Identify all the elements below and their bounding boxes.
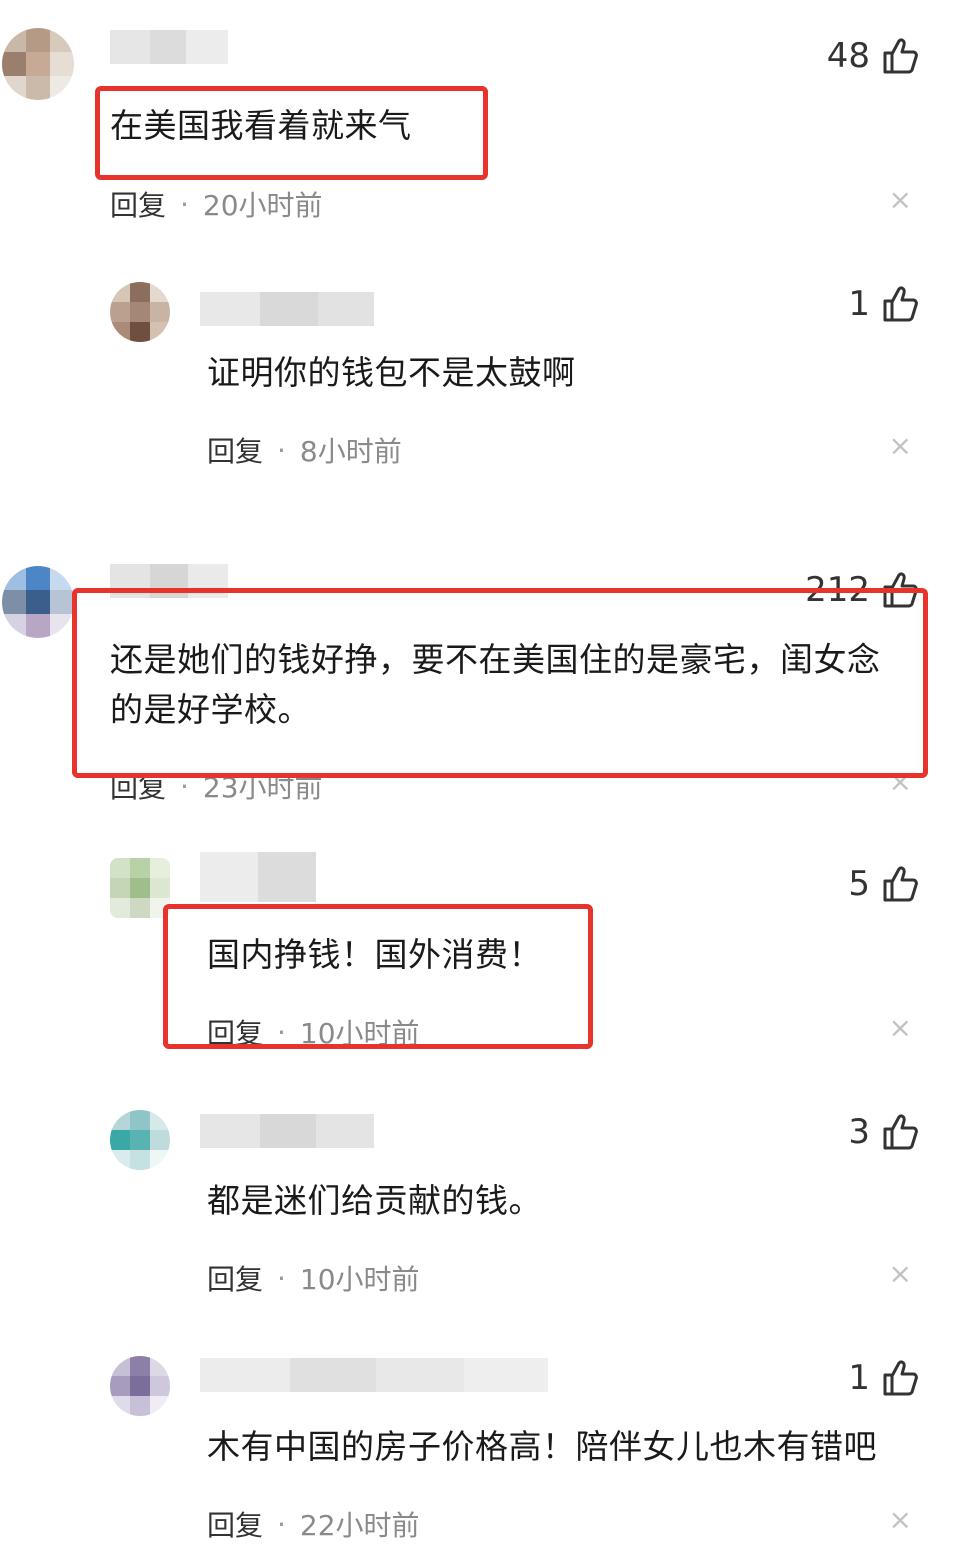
like-control[interactable]: 5 bbox=[848, 862, 918, 906]
comment-text: 国内挣钱！国外消费！ bbox=[207, 935, 542, 974]
avatar[interactable] bbox=[110, 282, 170, 342]
timestamp: 8小时前 bbox=[299, 435, 402, 468]
thumbs-up-icon[interactable] bbox=[882, 37, 918, 75]
close-icon[interactable]: × bbox=[889, 432, 912, 460]
username-blurred[interactable] bbox=[200, 1114, 374, 1148]
like-count: 5 bbox=[848, 864, 870, 904]
timestamp: 20小时前 bbox=[202, 189, 323, 222]
close-icon[interactable]: × bbox=[889, 768, 912, 796]
username-blurred[interactable] bbox=[110, 564, 228, 598]
thumbs-up-icon[interactable] bbox=[882, 1359, 918, 1397]
like-count: 1 bbox=[848, 284, 870, 324]
comment-text: 证明你的钱包不是太鼓啊 bbox=[207, 353, 576, 392]
comment-3: 212 还是她们的钱好挣，要不在美国住的是豪宅，闺女念 的是好学校。 回复 · … bbox=[0, 550, 958, 820]
separator-dot: · bbox=[180, 769, 189, 803]
like-control[interactable]: 1 bbox=[848, 1356, 918, 1400]
like-control[interactable]: 48 bbox=[827, 34, 918, 78]
thumbs-up-icon[interactable] bbox=[882, 571, 918, 609]
comment-5: 3 都是迷们给贡献的钱。 回复 · 10小时前 × bbox=[0, 1100, 958, 1320]
reply-button[interactable]: 回复 bbox=[110, 184, 166, 224]
timestamp: 10小时前 bbox=[299, 1017, 420, 1050]
comment-meta: 回复 · 22小时前 bbox=[207, 1504, 420, 1544]
like-control[interactable]: 1 bbox=[848, 282, 918, 326]
thumbs-up-icon[interactable] bbox=[882, 285, 918, 323]
avatar[interactable] bbox=[2, 28, 74, 100]
comment-meta: 回复 · 23小时前 bbox=[110, 766, 323, 806]
like-control[interactable]: 3 bbox=[848, 1110, 918, 1154]
like-control[interactable]: 212 bbox=[805, 568, 918, 612]
thumbs-up-icon[interactable] bbox=[882, 1113, 918, 1151]
comment-meta: 回复 · 8小时前 bbox=[207, 430, 402, 470]
comment-meta: 回复 · 20小时前 bbox=[110, 184, 323, 224]
separator-dot: · bbox=[277, 1507, 286, 1541]
comment-text-line-2: 的是好学校。 bbox=[110, 690, 311, 729]
separator-dot: · bbox=[277, 433, 286, 467]
comment-2: 1 证明你的钱包不是太鼓啊 回复 · 8小时前 × bbox=[0, 270, 958, 500]
timestamp: 22小时前 bbox=[299, 1509, 420, 1542]
comment-text: 都是迷们给贡献的钱。 bbox=[207, 1181, 542, 1220]
reply-button[interactable]: 回复 bbox=[207, 1258, 263, 1298]
close-icon[interactable]: × bbox=[889, 1014, 912, 1042]
avatar[interactable] bbox=[2, 566, 74, 638]
like-count: 3 bbox=[848, 1112, 870, 1152]
username-blurred[interactable] bbox=[200, 292, 374, 326]
separator-dot: · bbox=[277, 1261, 286, 1295]
comment-1: 48 在美国我看着就来气 回复 · 20小时前 × bbox=[0, 0, 958, 240]
username-blurred[interactable] bbox=[200, 852, 316, 902]
reply-button[interactable]: 回复 bbox=[110, 766, 166, 806]
comment-4: 5 国内挣钱！国外消费！ 回复 · 10小时前 × bbox=[0, 848, 958, 1068]
comment-meta: 回复 · 10小时前 bbox=[207, 1012, 420, 1052]
timestamp: 23小时前 bbox=[202, 771, 323, 804]
avatar[interactable] bbox=[110, 858, 170, 918]
comment-6: 1 木有中国的房子价格高！陪伴女儿也木有错吧 回复 · 22小时前 × bbox=[0, 1346, 958, 1564]
comment-text: 木有中国的房子价格高！陪伴女儿也木有错吧 bbox=[207, 1427, 877, 1466]
username-blurred[interactable] bbox=[200, 1358, 548, 1392]
separator-dot: · bbox=[180, 187, 189, 221]
avatar[interactable] bbox=[110, 1356, 170, 1416]
comment-text: 在美国我看着就来气 bbox=[110, 106, 412, 145]
like-count: 212 bbox=[805, 570, 870, 610]
timestamp: 10小时前 bbox=[299, 1263, 420, 1296]
reply-button[interactable]: 回复 bbox=[207, 430, 263, 470]
close-icon[interactable]: × bbox=[889, 1506, 912, 1534]
reply-button[interactable]: 回复 bbox=[207, 1504, 263, 1544]
reply-button[interactable]: 回复 bbox=[207, 1012, 263, 1052]
comment-text-line-1: 还是她们的钱好挣，要不在美国住的是豪宅，闺女念 bbox=[110, 640, 881, 679]
separator-dot: · bbox=[277, 1015, 286, 1049]
close-icon[interactable]: × bbox=[889, 1260, 912, 1288]
username-blurred[interactable] bbox=[110, 30, 228, 64]
close-icon[interactable]: × bbox=[889, 186, 912, 214]
like-count: 48 bbox=[826, 36, 870, 76]
like-count: 1 bbox=[848, 1358, 870, 1398]
thumbs-up-icon[interactable] bbox=[882, 865, 918, 903]
comment-meta: 回复 · 10小时前 bbox=[207, 1258, 420, 1298]
avatar[interactable] bbox=[110, 1110, 170, 1170]
